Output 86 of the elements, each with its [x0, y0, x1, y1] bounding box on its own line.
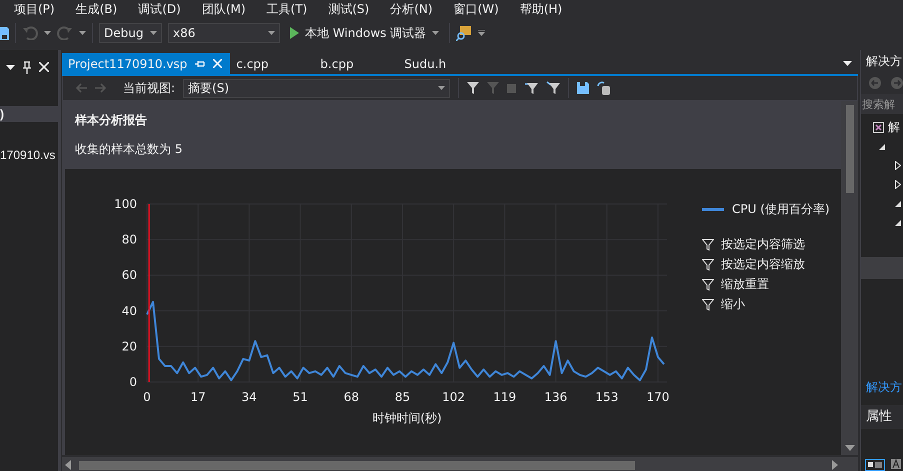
filter-arrow-icon[interactable]	[546, 81, 560, 95]
search-field[interactable]: 搜索解	[861, 94, 903, 114]
scroll-down-icon[interactable]	[844, 445, 854, 451]
y-tick-label: 0	[129, 375, 137, 389]
menu-item[interactable]: 生成(B)	[76, 0, 118, 18]
alphabetical-icon[interactable]	[891, 459, 901, 469]
y-tick-label: 40	[122, 304, 137, 318]
scrollbar-thumb[interactable]	[846, 105, 854, 193]
menu-item[interactable]: 项目(P)	[14, 0, 55, 18]
vertical-scrollbar[interactable]	[841, 101, 858, 455]
chart-action-link[interactable]: 缩放重置	[721, 276, 769, 293]
scroll-right-icon[interactable]	[832, 460, 838, 470]
platform-dropdown[interactable]: x86	[168, 23, 280, 43]
tab-list-icon[interactable]	[843, 61, 852, 66]
x-tick-label: 17	[190, 390, 206, 404]
tree-item[interactable]: 解	[888, 119, 900, 136]
expanded-arrow-icon[interactable]	[879, 144, 885, 150]
menu-item[interactable]: 工具(T)	[266, 0, 308, 18]
y-tick-label: 60	[122, 268, 137, 282]
chart-action-link[interactable]: 按选定内容筛选	[721, 236, 805, 253]
pin-icon[interactable]	[23, 60, 31, 74]
menu-item[interactable]: 帮助(H)	[520, 0, 562, 18]
x-tick-label: 119	[493, 390, 516, 404]
menu-item[interactable]: 测试(S)	[328, 0, 370, 18]
caret-icon	[150, 31, 157, 35]
panel-title: 解决方	[861, 50, 903, 72]
overflow-icon[interactable]	[478, 30, 486, 36]
export-icon[interactable]	[597, 81, 612, 95]
x-tick-label: 51	[292, 390, 308, 404]
panel-item[interactable]: 170910.vs	[0, 147, 58, 163]
caret-icon	[432, 31, 440, 35]
categorized-icon[interactable]	[865, 459, 885, 471]
horizontal-scrollbar[interactable]	[62, 457, 858, 471]
y-tick-label: 100	[114, 197, 137, 211]
collapsed-arrow-icon[interactable]	[895, 161, 901, 170]
save-icon[interactable]	[0, 26, 9, 40]
panel-item[interactable]: )	[0, 106, 58, 122]
menu-item[interactable]: 分析(N)	[390, 0, 433, 18]
x-tick-label: 136	[544, 390, 568, 404]
scrollbar-thumb[interactable]	[79, 460, 635, 470]
filter-icon[interactable]	[467, 82, 480, 94]
collapsed-arrow-icon[interactable]	[895, 180, 901, 189]
view-dropdown[interactable]: 摘要(S)	[183, 78, 450, 98]
play-icon	[290, 27, 299, 39]
expanded-arrow-icon[interactable]	[895, 220, 901, 226]
horizontal-scrollbar[interactable]	[861, 257, 903, 279]
filter-icon[interactable]	[702, 238, 714, 250]
chart-action-link[interactable]: 缩小	[721, 296, 745, 313]
start-debugger-button[interactable]: 本地 Windows 调试器	[286, 24, 444, 42]
chart-action-link[interactable]: 按选定内容缩放	[721, 256, 805, 273]
solution-icon	[873, 122, 884, 133]
view-label: 当前视图:	[123, 80, 176, 96]
menu-item[interactable]: 团队(M)	[202, 0, 246, 18]
panel-tab[interactable]: 解决方	[861, 377, 903, 397]
sample-summary: 收集的样本总数为 5	[75, 141, 184, 158]
document-tab[interactable]: b.cpp	[314, 53, 398, 74]
y-tick-label: 20	[122, 339, 137, 354]
y-tick-label: 80	[122, 232, 137, 247]
configuration-dropdown[interactable]: Debug	[99, 23, 162, 43]
x-tick-label: 102	[442, 390, 466, 404]
x-tick-label: 85	[394, 390, 410, 404]
x-tick-label: 170	[646, 390, 670, 404]
legend-label: CPU (使用百分率)	[732, 201, 830, 218]
caret-icon	[268, 31, 275, 35]
properties-title: 属性	[861, 405, 903, 429]
filter-icon[interactable]	[702, 298, 714, 310]
document-tab[interactable]: Sudu.h	[398, 53, 482, 74]
report-title: 样本分析报告	[75, 112, 148, 129]
save-icon[interactable]	[577, 82, 590, 94]
x-tick-label: 153	[595, 390, 618, 404]
filter-arrow-icon[interactable]	[524, 81, 538, 95]
menu-item[interactable]: 窗口(W)	[454, 0, 499, 18]
x-tick-label: 0	[143, 390, 151, 404]
folder-search-icon[interactable]	[456, 25, 472, 41]
expanded-arrow-icon[interactable]	[895, 200, 901, 206]
filter-icon[interactable]	[702, 278, 714, 290]
scroll-left-icon[interactable]	[65, 460, 71, 470]
caret-icon[interactable]	[6, 64, 15, 70]
document-tab[interactable]: c.cpp	[230, 53, 314, 74]
filter-icon[interactable]	[702, 258, 714, 270]
menu-item[interactable]: 调试(D)	[138, 0, 181, 18]
close-icon[interactable]	[39, 62, 49, 72]
x-axis-label: 时钟时间(秒)	[372, 411, 442, 425]
x-tick-label: 68	[344, 390, 360, 404]
caret-icon	[438, 86, 446, 90]
x-tick-label: 34	[242, 390, 257, 404]
